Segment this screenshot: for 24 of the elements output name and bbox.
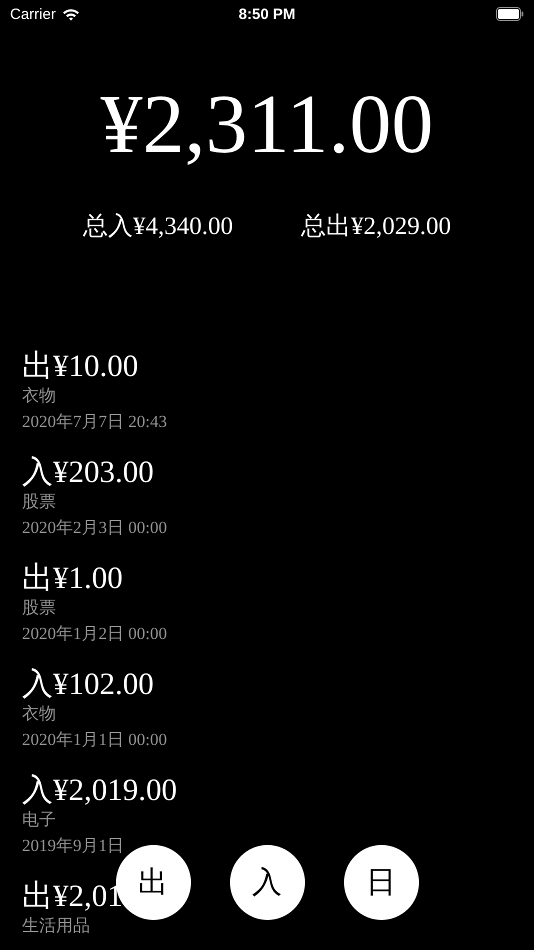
total-amount: 总入¥4,340.00: [83, 212, 233, 242]
record-category: 衣物: [22, 703, 56, 725]
record-date: 2020年1月1日 00:00: [22, 729, 167, 751]
balance-amount: ¥2,311.00: [100, 78, 434, 171]
record-date: 2020年2月3日 00:00: [22, 517, 167, 539]
record-amount[interactable]: 入¥102.00: [22, 667, 154, 701]
record-category: 衣物: [22, 385, 56, 407]
clock-time: 8:50 PM: [238, 6, 296, 22]
record-category: 电子: [22, 809, 56, 831]
wifi-icon: [62, 8, 80, 20]
action-button[interactable]: 日: [344, 845, 418, 920]
record-category: 股票: [22, 597, 56, 619]
record-category: 生活用品: [22, 915, 90, 937]
record-amount[interactable]: 入¥203.00: [22, 455, 154, 489]
record-amount[interactable]: 入¥2,019.00: [22, 773, 177, 807]
record-amount[interactable]: 出¥1.00: [22, 561, 123, 595]
record-date: 2020年7月7日 20:43: [22, 411, 167, 433]
action-button[interactable]: 入: [230, 845, 304, 920]
total-amount: 总出¥2,029.00: [301, 212, 451, 242]
record-amount[interactable]: 出¥10.00: [22, 349, 138, 383]
carrier-label: Carrier: [10, 6, 56, 22]
record-category: 股票: [22, 491, 56, 513]
record-date: 2020年1月2日 00:00: [22, 623, 167, 645]
battery-icon: [496, 7, 524, 21]
